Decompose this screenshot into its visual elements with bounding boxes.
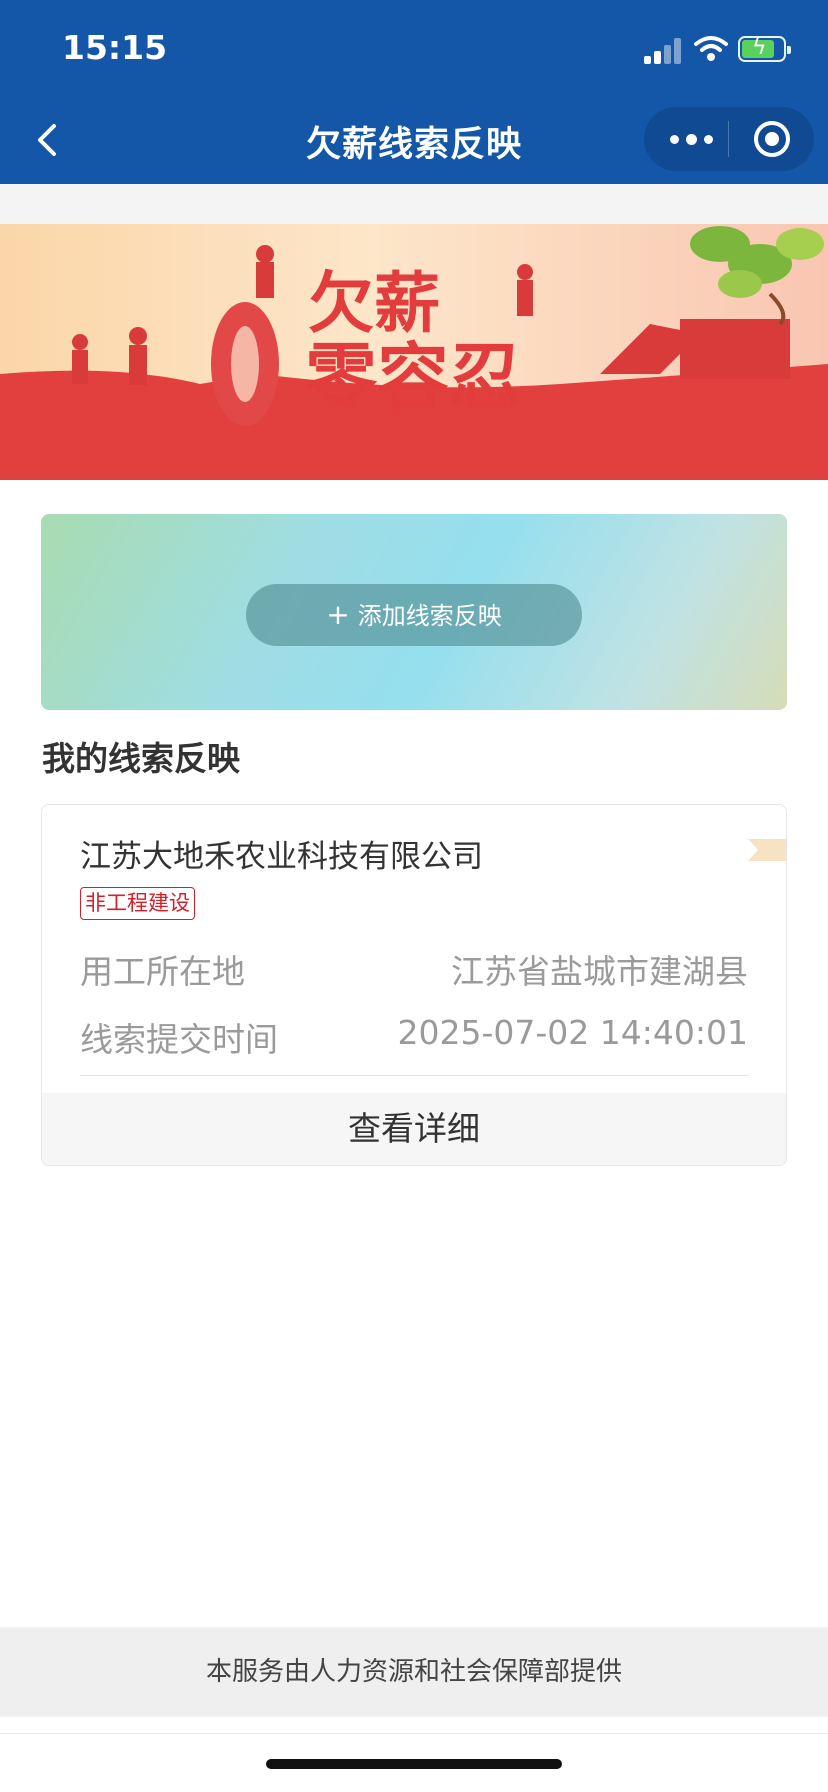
cell-signal-icon: [644, 38, 684, 64]
wifi-icon: [694, 36, 728, 61]
add-lead-button[interactable]: + 添加线索反映: [246, 584, 582, 646]
category-tag: 非工程建设: [80, 887, 195, 920]
more-icon[interactable]: [666, 107, 722, 171]
home-indicator: [266, 1759, 562, 1769]
submit-time-value: 2025-07-02 14:40:01: [397, 1013, 748, 1052]
banner-headline-2: 零容忍: [305, 335, 521, 419]
location-label: 用工所在地: [80, 952, 245, 991]
lead-record-card[interactable]: 江苏大地禾农业科技有限公司 非工程建设 用工所在地 江苏省盐城市建湖县 线索提交…: [41, 804, 787, 1166]
card-divider: [80, 1075, 748, 1076]
top-spacer: [0, 184, 828, 224]
submit-time-label: 线索提交时间: [80, 1020, 278, 1059]
status-time: 15:15: [62, 28, 168, 67]
add-lead-card: + 添加线索反映: [41, 514, 787, 710]
view-detail-button[interactable]: 查看详细: [42, 1093, 786, 1165]
status-icons: ϟ: [644, 34, 794, 64]
banner-image: 欠薪 零容忍: [0, 224, 828, 480]
ribbon-icon: [748, 839, 786, 861]
top-bar: 15:15 ϟ 欠薪线索反映: [0, 0, 828, 184]
close-target-icon[interactable]: [754, 121, 790, 157]
plus-icon: +: [326, 598, 350, 631]
bottom-divider: [0, 1733, 828, 1734]
section-title: 我的线索反映: [42, 739, 240, 778]
add-lead-label: 添加线索反映: [357, 602, 502, 630]
banner-headline-1: 欠薪: [308, 265, 440, 342]
battery-icon: ϟ: [738, 35, 791, 62]
mini-program-capsule: [644, 107, 814, 171]
location-value: 江苏省盐城市建湖县: [451, 952, 748, 991]
footer-provider-text: 本服务由人力资源和社会保障部提供: [0, 1627, 828, 1717]
company-name: 江苏大地禾农业科技有限公司: [80, 839, 483, 875]
banner-illustration: 欠薪 零容忍: [0, 224, 828, 480]
